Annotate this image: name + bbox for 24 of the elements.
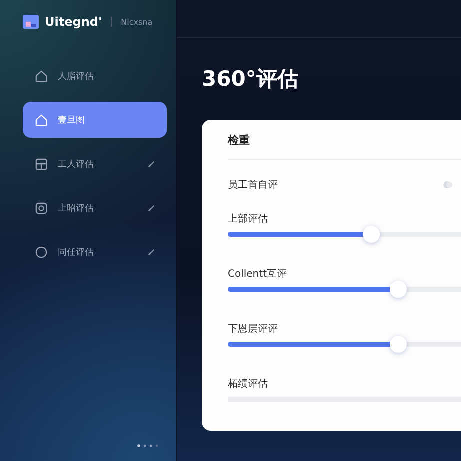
page-dots-icon	[137, 444, 159, 448]
nav-item[interactable]: 人脂评估	[23, 58, 167, 94]
slider-label: 上部评估	[228, 212, 269, 226]
home-icon	[35, 70, 48, 82]
brand-subtitle: Nicxsna	[121, 18, 153, 26]
setting-label: 员工首自评	[228, 179, 278, 192]
slider-label: 柘绩评估	[228, 378, 269, 391]
slider-label: 下恩层评评	[228, 323, 279, 336]
layout-icon	[35, 158, 48, 170]
brand-name: Uitegnd'	[45, 15, 102, 29]
slider-thumb[interactable]	[390, 281, 407, 298]
nav-item[interactable]: 上昭评估	[23, 190, 167, 226]
nav-item[interactable]: 同任评估	[23, 234, 167, 270]
nav-item[interactable]: 工人评估	[23, 146, 167, 182]
card-title: 检重	[228, 133, 251, 149]
toggle-icon[interactable]	[443, 181, 453, 189]
home-icon	[35, 114, 48, 126]
slider-label: Collentt互评	[228, 268, 288, 281]
logo-icon	[23, 15, 39, 29]
slider-thumb[interactable]	[363, 226, 380, 243]
nav-item[interactable]: 壹旦图	[23, 102, 167, 138]
slider-thumb[interactable]	[390, 336, 407, 353]
circle-icon	[35, 246, 48, 258]
page-title: 360°评估	[202, 66, 300, 93]
